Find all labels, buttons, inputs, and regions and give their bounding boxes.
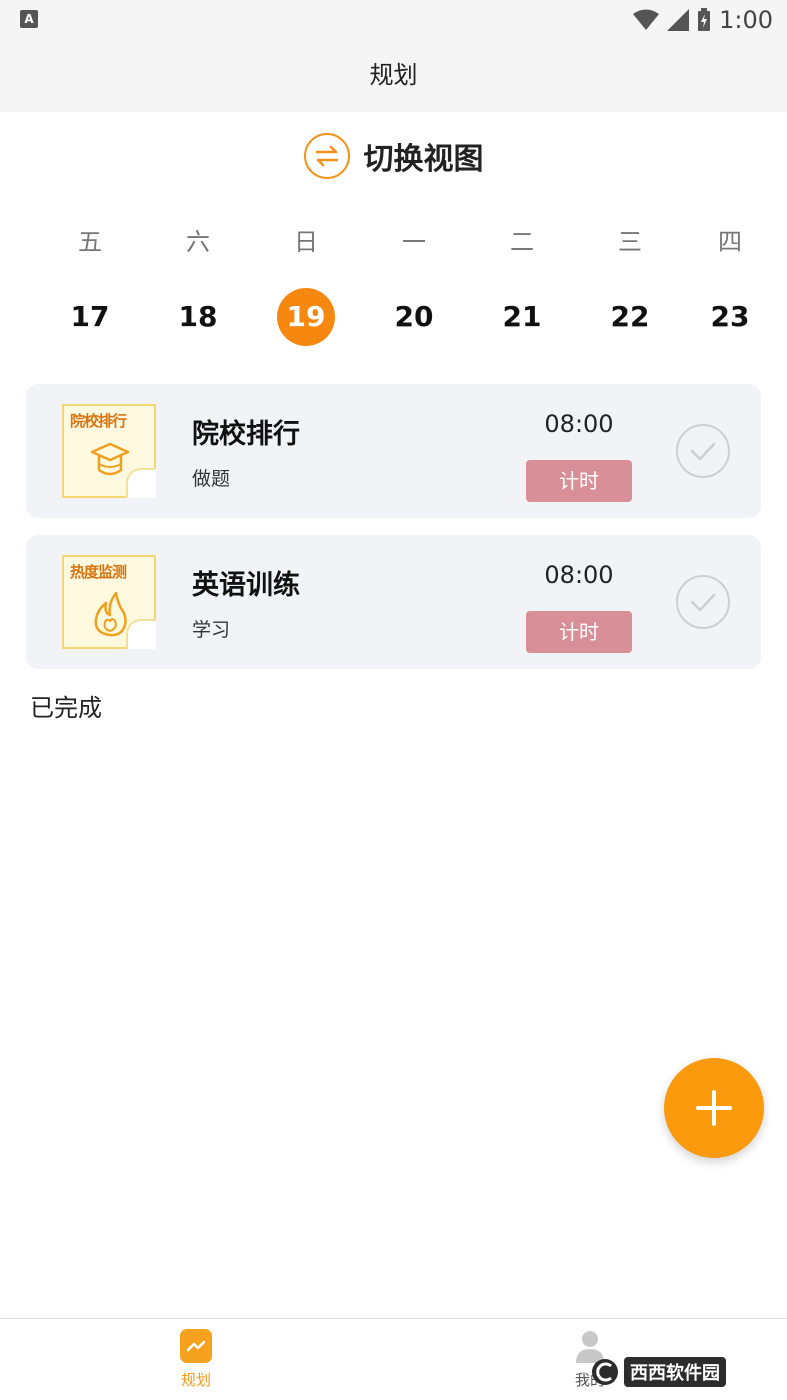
flame-icon xyxy=(94,591,127,637)
thumbnail-badge xyxy=(126,468,156,498)
nav-label: 规划 xyxy=(180,1371,211,1389)
completed-section-heading: 已完成 xyxy=(30,694,102,722)
checkmark-icon xyxy=(690,442,716,461)
plan-icon xyxy=(180,1329,212,1363)
weekday-label: 六 xyxy=(186,228,210,256)
date-number: 23 xyxy=(710,300,750,333)
task-category: 学习 xyxy=(192,619,231,641)
day-item[interactable]: 五 17 xyxy=(36,222,144,346)
weekday-label: 日 xyxy=(294,228,318,256)
task-thumbnail: 热度监测 xyxy=(62,555,156,649)
nav-item-plan[interactable]: 规划 xyxy=(156,1329,236,1390)
date-number: 18 xyxy=(178,300,218,333)
date-number: 20 xyxy=(394,300,434,333)
weekday-label: 五 xyxy=(78,228,102,256)
day-item[interactable]: 六 18 xyxy=(144,222,252,346)
swap-arrows-icon xyxy=(303,133,350,179)
view-switch-button[interactable]: 切换视图 xyxy=(0,128,787,184)
view-switch-label: 切换视图 xyxy=(363,142,484,177)
notification-badge: A xyxy=(20,10,38,28)
weekday-label: 四 xyxy=(718,228,742,256)
task-time: 08:00 xyxy=(544,410,614,438)
date-number: 21 xyxy=(502,300,542,333)
task-card[interactable]: 热度监测 英语训练 学习 08:00 计时 xyxy=(26,535,761,669)
timer-button[interactable]: 计时 xyxy=(526,460,632,502)
graduation-cap-icon xyxy=(90,442,130,476)
page-title: 规划 xyxy=(0,40,787,112)
wifi-icon xyxy=(633,9,660,30)
task-card[interactable]: 院校排行 院校排行 做题 08:00 计时 xyxy=(26,384,761,518)
date-number-selected: 19 xyxy=(277,288,335,346)
date-number: 17 xyxy=(70,300,110,333)
thumbnail-badge xyxy=(126,619,156,649)
timer-button[interactable]: 计时 xyxy=(526,611,632,653)
day-item[interactable]: 四 23 xyxy=(684,222,776,346)
task-category: 做题 xyxy=(192,468,231,490)
weekday-label: 二 xyxy=(510,228,534,256)
watermark-logo-icon xyxy=(592,1359,618,1385)
day-item[interactable]: 三 22 xyxy=(576,222,684,346)
day-item-selected[interactable]: 日 19 xyxy=(252,222,360,346)
task-time: 08:00 xyxy=(544,561,614,589)
signal-icon xyxy=(667,9,690,31)
clock: 1:00 xyxy=(719,6,773,34)
add-task-button[interactable] xyxy=(664,1058,764,1158)
day-item[interactable]: 一 20 xyxy=(360,222,468,346)
day-item[interactable]: 二 21 xyxy=(468,222,576,346)
status-bar: A 1:00 xyxy=(0,0,787,40)
battery-icon xyxy=(698,8,711,31)
task-title: 英语训练 xyxy=(192,570,300,601)
checkmark-icon xyxy=(690,593,716,612)
weekday-label: 三 xyxy=(618,228,642,256)
watermark: 西西软件园 xyxy=(590,1354,770,1390)
date-number: 22 xyxy=(610,300,650,333)
thumbnail-caption: 热度监测 xyxy=(70,563,127,581)
task-thumbnail: 院校排行 xyxy=(62,404,156,498)
watermark-text: 西西软件园 xyxy=(624,1357,726,1387)
weekday-label: 一 xyxy=(402,228,426,256)
task-title: 院校排行 xyxy=(192,419,300,450)
plus-icon xyxy=(696,1090,732,1126)
complete-task-button[interactable] xyxy=(676,575,730,629)
thumbnail-caption: 院校排行 xyxy=(70,412,127,430)
status-icons: 1:00 xyxy=(633,4,773,36)
complete-task-button[interactable] xyxy=(676,424,730,478)
